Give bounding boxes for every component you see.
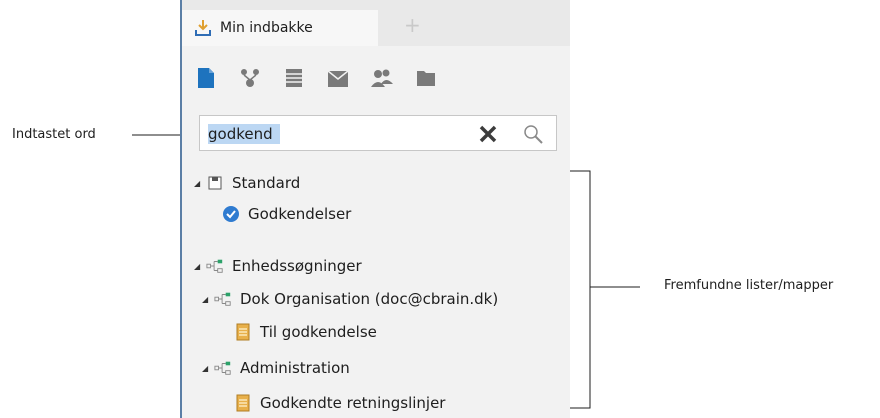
tree-item-til-godkendelse[interactable]: Til godkendelse xyxy=(234,320,377,344)
org-structure-icon xyxy=(214,359,232,377)
tree-group-dok-organisation[interactable]: ◢ Dok Organisation (doc@cbrain.dk) xyxy=(202,287,498,311)
check-circle-icon xyxy=(222,205,240,223)
tab-min-indbakke[interactable]: Min indbakke xyxy=(182,10,378,46)
org-structure-icon xyxy=(214,290,232,308)
search-icon[interactable] xyxy=(522,123,544,145)
inbox-panel: Min indbakke + godkend ◢ Standard Godken… xyxy=(180,0,570,418)
tree-label: Dok Organisation (doc@cbrain.dk) xyxy=(240,290,499,308)
tree-label: Til godkendelse xyxy=(260,323,377,341)
add-tab-button[interactable]: + xyxy=(404,15,421,35)
search-input[interactable] xyxy=(206,122,470,146)
users-icon[interactable] xyxy=(370,66,394,90)
mail-icon[interactable] xyxy=(326,66,350,90)
org-structure-icon xyxy=(206,257,224,275)
folder-icon[interactable] xyxy=(414,66,438,90)
tree-label: Standard xyxy=(232,174,301,192)
document-list-icon xyxy=(234,323,252,341)
tree-item-godkendte-retningslinjer[interactable]: Godkendte retningslinjer xyxy=(234,391,445,415)
expand-caret-icon[interactable]: ◢ xyxy=(202,295,214,304)
inbox-download-icon xyxy=(195,20,211,36)
tab-label: Min indbakke xyxy=(220,20,313,36)
tree-label: Godkendelser xyxy=(248,205,352,223)
expand-caret-icon[interactable]: ◢ xyxy=(194,262,206,271)
list-icon[interactable] xyxy=(282,66,306,90)
toolbar xyxy=(194,66,458,90)
tree-label: Administration xyxy=(240,359,350,377)
tree-label: Godkendte retningslinjer xyxy=(260,394,446,412)
tab-bar: Min indbakke + xyxy=(182,0,570,46)
tree-group-enhedssoegninger[interactable]: ◢ Enhedssøgninger xyxy=(194,254,362,278)
workflow-icon[interactable] xyxy=(238,66,262,90)
tree-group-administration[interactable]: ◢ Administration xyxy=(202,356,350,380)
expand-caret-icon[interactable]: ◢ xyxy=(194,179,206,188)
tree-label: Enhedssøgninger xyxy=(232,257,362,275)
document-list-icon xyxy=(234,394,252,412)
standard-box-icon xyxy=(206,174,224,192)
expand-caret-icon[interactable]: ◢ xyxy=(202,364,214,373)
tree-item-godkendelser[interactable]: Godkendelser xyxy=(222,202,351,226)
clear-icon[interactable] xyxy=(478,124,498,144)
new-document-icon[interactable] xyxy=(194,66,218,90)
tree-group-standard[interactable]: ◢ Standard xyxy=(194,171,300,195)
search-box xyxy=(199,115,557,151)
